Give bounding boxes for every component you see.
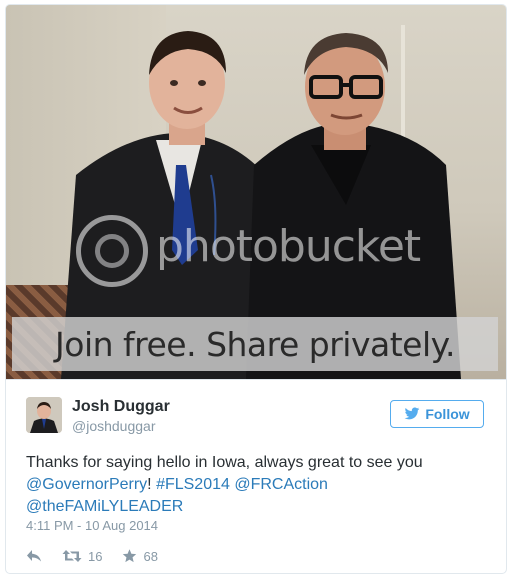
retweet-icon	[62, 550, 82, 562]
photobucket-watermark: photobucket	[76, 207, 436, 287]
photobucket-banner-text: Join free. Share privately.	[55, 324, 455, 364]
reply-button[interactable]	[26, 549, 42, 563]
reply-icon	[27, 550, 41, 562]
tweet-photo[interactable]: photobucket Join free. Share privately.	[6, 5, 506, 379]
retweet-button[interactable]: 16	[62, 549, 102, 564]
user-name[interactable]: Josh Duggar	[72, 398, 170, 416]
tweet-text: Thanks for saying hello in Iowa, always …	[26, 452, 486, 518]
favorite-count: 68	[143, 548, 158, 564]
star-icon	[123, 549, 137, 563]
tweet-text-part: !	[147, 476, 157, 493]
hashtag-fls2014[interactable]: #FLS2014	[156, 476, 230, 493]
mention-frcaction[interactable]: @FRCAction	[234, 476, 328, 493]
avatar[interactable]	[26, 397, 62, 433]
photobucket-logo-icon	[76, 215, 148, 287]
follow-button[interactable]: Follow	[390, 400, 484, 428]
twitter-bird-icon	[404, 407, 420, 420]
photobucket-banner: Join free. Share privately.	[12, 317, 498, 371]
tweet-body: Josh Duggar @joshduggar Follow Thanks fo…	[6, 379, 506, 573]
mention-thefamilyleader[interactable]: @theFAMiLYLEADER	[26, 498, 183, 515]
user-handle[interactable]: @joshduggar	[72, 418, 156, 434]
tweet-card: photobucket Join free. Share privately. …	[5, 4, 507, 574]
photobucket-wordmark: photobucket	[156, 221, 421, 272]
tweet-actions: 16 68	[26, 548, 178, 564]
retweet-count: 16	[88, 548, 103, 564]
tweet-timestamp[interactable]: 4:11 PM - 10 Aug 2014	[26, 518, 158, 533]
favorite-button[interactable]: 68	[122, 548, 158, 564]
follow-button-label: Follow	[425, 406, 470, 422]
tweet-text-part: Thanks for saying hello in Iowa, always …	[26, 454, 423, 471]
mention-governorperry[interactable]: @GovernorPerry	[26, 476, 147, 493]
